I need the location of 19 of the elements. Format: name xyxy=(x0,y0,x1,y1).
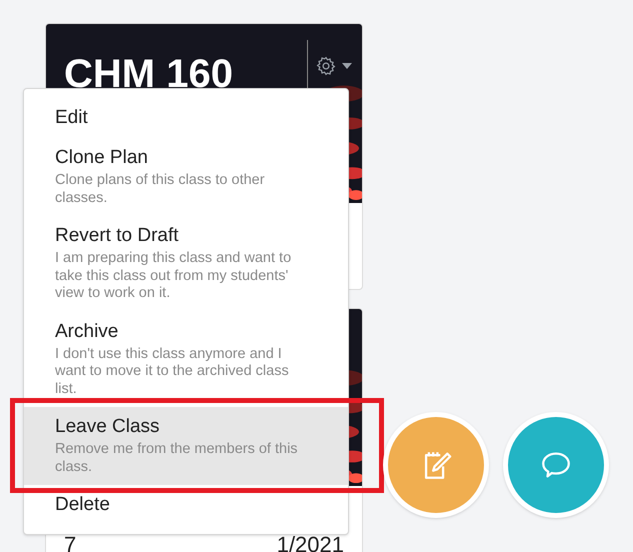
class-title: CHM 160 xyxy=(64,51,233,98)
menu-item-label: Edit xyxy=(55,107,89,129)
menu-item-label: Revert to Draft xyxy=(55,225,180,247)
menu-item-description: I don't use this class anymore and I want to move it to the archived class list. xyxy=(55,346,290,398)
menu-item-label: Clone Plan xyxy=(55,147,149,169)
menu-item[interactable]: Revert to Draft I am preparing this class and want to take this class out from my students' view to work on it. xyxy=(24,225,348,302)
menu-item[interactable]: Archive I don't use this class anymore and I want to move it to the archived class list. xyxy=(24,320,348,398)
menu-item[interactable]: Clone Plan Clone plans of this class to other classes. xyxy=(24,147,348,207)
menu-item[interactable]: Edit xyxy=(24,107,348,129)
menu-item-description: Remove me from the members of this class. xyxy=(55,441,299,476)
menu-item-description: I am preparing this class and want to take this class out from my students' view to work on it. xyxy=(55,250,292,302)
menu-item[interactable]: Leave Class Remove me from the members of this class. xyxy=(24,407,348,485)
class-info-text: 7 xyxy=(64,531,76,552)
menu-item-description: Clone plans of this class to other classes. xyxy=(55,172,266,207)
menu-item[interactable]: Delete xyxy=(24,494,348,516)
class-date: 1/2021 xyxy=(276,531,344,552)
menu-item-label: Leave Class xyxy=(55,416,161,438)
menu-item-label: Delete xyxy=(55,494,111,516)
menu-item-label: Archive xyxy=(55,320,120,342)
